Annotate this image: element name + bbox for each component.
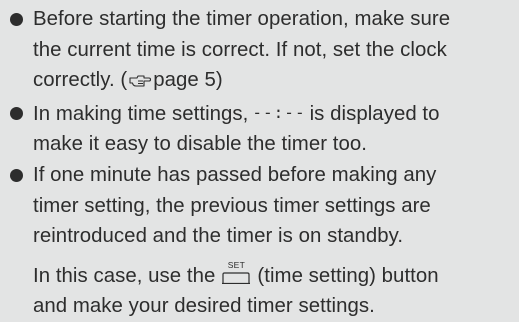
blank-time-display: --:-- [252, 102, 306, 122]
note-text-line: Before starting the timer operation, mak… [33, 8, 451, 30]
note-text-line: If one minute has passed before making a… [33, 163, 437, 186]
note-text: (time setting) button [257, 264, 439, 287]
pointing-hand-icon [129, 67, 152, 98]
note-text-line: make it easy to disable the timer too. [33, 133, 367, 156]
note-text-line: timer setting, the previous timer settin… [33, 194, 431, 217]
note-item-standby: If one minute has passed before making a… [6, 160, 513, 322]
note-follow-up: In this case, use the SET (time setting) … [33, 259, 513, 322]
set-button-icon: SET [221, 259, 251, 285]
bullet-dot-icon [10, 13, 23, 26]
set-key-label: SET [227, 259, 246, 270]
note-text: ) [215, 69, 223, 92]
note-text-line: In this case, use the SET (time setting) … [33, 259, 513, 292]
bullet-dot-icon [10, 106, 23, 120]
note-text: In making time settings, [33, 102, 249, 125]
note-text: is displayed to [309, 102, 440, 125]
note-text-line: reintroduced and the timer is on standby… [33, 225, 404, 248]
note-item-blank-display: In making time settings, --:-- is displaye… [6, 98, 513, 160]
page-reference: page 5 [153, 69, 216, 92]
note-text: In this case, use the [33, 264, 216, 287]
note-item-clock-check: Before starting the timer operation, mak… [6, 4, 513, 98]
instruction-notes: Before starting the timer operation, mak… [0, 0, 519, 317]
note-text-line: In making time settings, --:-- is displaye… [33, 98, 513, 130]
note-text-line: correctly. ( page 5) [33, 65, 513, 98]
note-text-line: the current time is correct. If not, set… [33, 38, 447, 61]
note-text: correctly. ( [33, 69, 128, 92]
bullet-dot-icon [10, 168, 23, 182]
